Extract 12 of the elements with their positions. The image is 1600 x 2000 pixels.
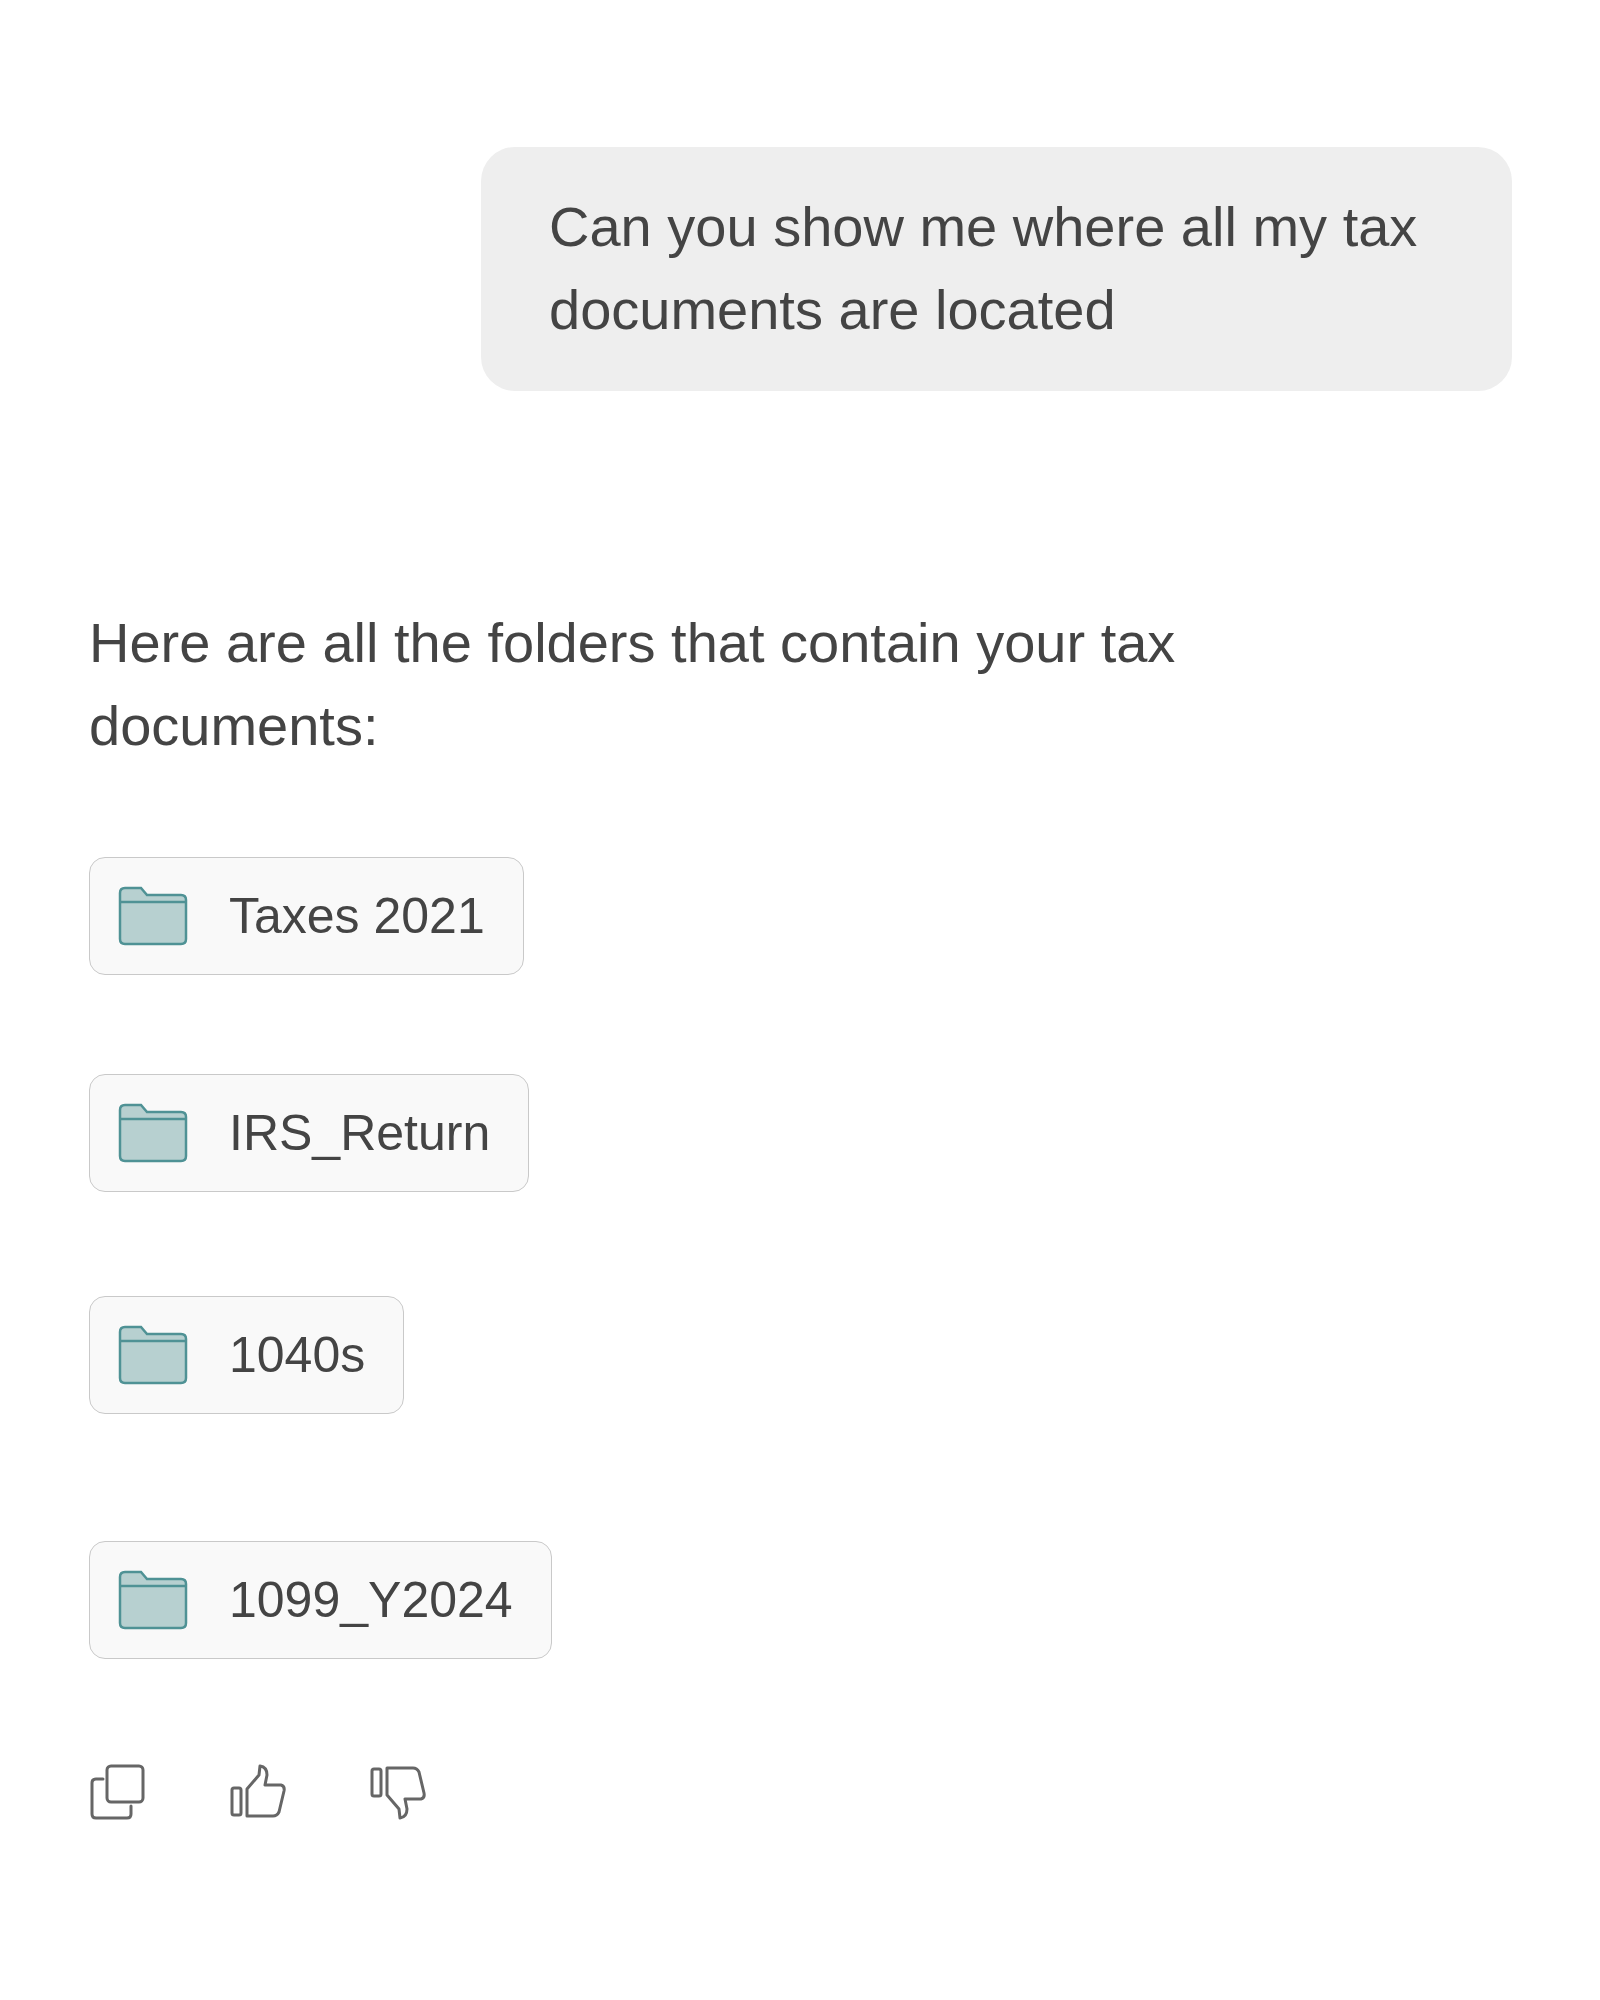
thumbs-up-button[interactable]: [229, 1763, 287, 1821]
user-message: Can you show me where all my tax documents are located: [481, 147, 1512, 391]
folder-chip[interactable]: 1099_Y2024: [89, 1541, 552, 1659]
folder-icon: [117, 1324, 189, 1386]
assistant-message: Here are all the folders that contain your tax documents:: [89, 610, 1177, 759]
copy-button[interactable]: [89, 1763, 147, 1821]
folder-icon: [117, 885, 189, 947]
folder-chip[interactable]: Taxes 2021: [89, 857, 524, 975]
folder-icon: [117, 1569, 189, 1631]
folder-chip[interactable]: IRS_Return: [89, 1074, 530, 1192]
folder-chip[interactable]: 1040s: [89, 1296, 405, 1414]
folder-icon: [117, 1102, 189, 1164]
